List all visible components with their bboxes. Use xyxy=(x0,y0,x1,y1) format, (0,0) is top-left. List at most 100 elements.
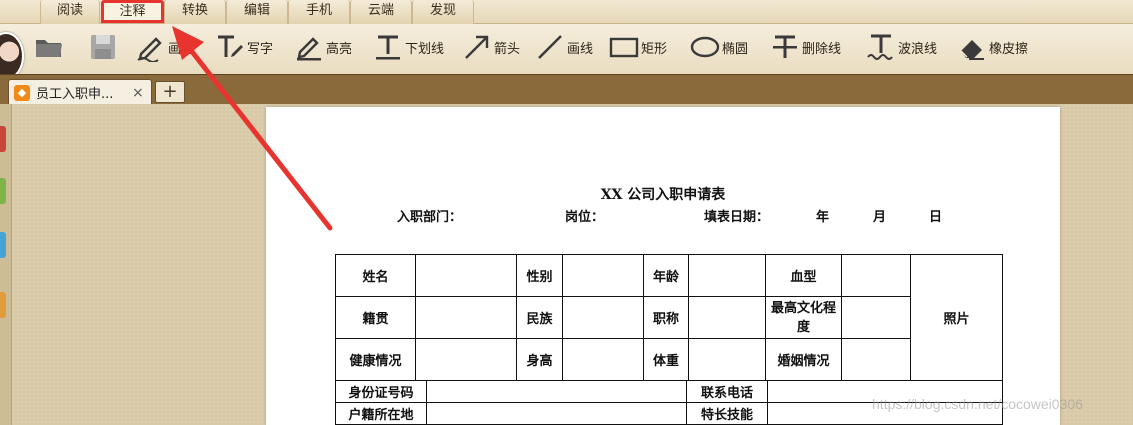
ellipse-icon xyxy=(690,36,720,58)
eraser-icon xyxy=(960,40,984,60)
rectangle-tool-button[interactable]: 矩形 xyxy=(609,32,667,62)
age-label: 年龄 xyxy=(643,254,689,297)
ellipse-tool-button[interactable]: 椭圆 xyxy=(690,32,748,62)
id-number-value[interactable] xyxy=(426,380,687,403)
tab-discover[interactable]: 发现 xyxy=(412,0,474,24)
name-label: 姓名 xyxy=(335,254,416,297)
position-label: 岗位： xyxy=(565,210,605,225)
underline-button[interactable]: 下划线 xyxy=(373,32,444,62)
department-label: 入职部门： xyxy=(397,210,463,225)
gender-value[interactable] xyxy=(562,254,644,297)
name-value[interactable] xyxy=(415,254,517,297)
blood-type-label: 血型 xyxy=(765,254,842,297)
rectangle-tool-label: 矩形 xyxy=(641,41,668,57)
line-tool-button[interactable]: 画线 xyxy=(535,32,593,62)
fill-date-label: 填表日期： xyxy=(704,210,770,225)
left-side-rail xyxy=(0,104,12,425)
highlight-button[interactable]: 高亮 xyxy=(294,32,352,62)
application-form-table: 姓名 性别 年龄 血型 照片 籍贯 民族 职称 最高文化程度 健康情况 身高 体… xyxy=(335,254,1003,381)
menu-tab-strip: 阅读 注释 转换 编辑 手机 云端 发现 xyxy=(0,0,1133,24)
document-tab[interactable]: ◆ 员工入职申... × xyxy=(8,79,152,105)
strikethrough-icon xyxy=(773,35,797,58)
highlight-icon xyxy=(297,37,321,61)
document-tab-bar: ◆ 员工入职申... × + xyxy=(0,74,1133,105)
title-label: 职称 xyxy=(643,296,689,339)
close-tab-icon[interactable]: × xyxy=(132,85,144,101)
rail-tab-orange[interactable] xyxy=(0,292,6,318)
blood-type-value[interactable] xyxy=(841,254,911,297)
underline-icon xyxy=(376,35,400,60)
skills-label: 特长技能 xyxy=(686,402,768,425)
arrow-tool-label: 箭头 xyxy=(494,41,521,57)
save-icon xyxy=(91,35,115,59)
eraser-tool-label: 橡皮擦 xyxy=(989,41,1029,57)
tab-edit[interactable]: 编辑 xyxy=(226,0,288,24)
table-row: 籍贯 民族 职称 最高文化程度 xyxy=(335,296,1003,339)
native-place-value[interactable] xyxy=(415,296,517,339)
rail-tab-green[interactable] xyxy=(0,178,6,204)
document-title: XX 公司入职申请表 xyxy=(600,187,726,203)
add-tab-button[interactable]: + xyxy=(155,81,185,103)
day-label: 日 xyxy=(929,210,943,225)
document-tab-title: 员工入职申... xyxy=(36,87,114,102)
title-value[interactable] xyxy=(688,296,766,339)
education-value[interactable] xyxy=(841,296,911,339)
pen-tool-button[interactable]: 画笔 xyxy=(136,32,194,62)
marital-status-label: 婚姻情况 xyxy=(765,338,842,381)
photo-cell: 照片 xyxy=(910,254,1003,381)
open-button[interactable] xyxy=(34,32,64,62)
weight-value[interactable] xyxy=(688,338,766,381)
highlight-label: 高亮 xyxy=(326,41,353,57)
arrow-icon xyxy=(465,35,489,59)
strikethrough-tool-button[interactable]: 删除线 xyxy=(770,32,841,62)
strikethrough-tool-label: 删除线 xyxy=(802,41,842,57)
health-value[interactable] xyxy=(415,338,517,381)
arrow-tool-button[interactable]: 箭头 xyxy=(462,32,520,62)
tab-convert[interactable]: 转换 xyxy=(164,0,226,24)
weight-label: 体重 xyxy=(643,338,689,381)
table-row: 姓名 性别 年龄 血型 照片 xyxy=(335,254,1003,381)
household-register-label: 户籍所在地 xyxy=(335,402,427,425)
table-row: 健康情况 身高 体重 婚姻情况 xyxy=(335,338,1003,381)
pen-tool-label: 画笔 xyxy=(168,41,195,57)
write-text-button[interactable]: 写字 xyxy=(215,32,273,62)
ellipse-tool-label: 椭圆 xyxy=(722,41,749,57)
underline-label: 下划线 xyxy=(405,41,445,57)
tab-annotate[interactable]: 注释 xyxy=(101,0,164,23)
line-tool-label: 画线 xyxy=(567,41,594,57)
tab-read[interactable]: 阅读 xyxy=(40,0,100,24)
household-register-value[interactable] xyxy=(426,402,687,425)
education-label: 最高文化程度 xyxy=(765,296,842,339)
eraser-tool-button[interactable]: 橡皮擦 xyxy=(957,32,1028,62)
write-text-label: 写字 xyxy=(247,41,274,57)
age-value[interactable] xyxy=(688,254,766,297)
height-value[interactable] xyxy=(562,338,644,381)
marital-status-value[interactable] xyxy=(841,338,911,381)
wavy-line-tool-label: 波浪线 xyxy=(898,41,938,57)
health-label: 健康情况 xyxy=(335,338,416,381)
id-number-label: 身份证号码 xyxy=(335,380,427,403)
annotation-toolbar: ✓ 画笔 写字 高亮 xyxy=(0,24,1133,91)
ethnicity-label: 民族 xyxy=(516,296,563,339)
line-icon xyxy=(538,35,562,59)
rail-tab-blue[interactable] xyxy=(0,232,6,258)
ethnicity-value[interactable] xyxy=(562,296,644,339)
write-text-icon xyxy=(218,35,243,57)
open-folder-icon xyxy=(36,40,62,57)
year-label: 年 xyxy=(816,210,830,225)
rail-tab-red[interactable] xyxy=(0,126,6,152)
month-label: 月 xyxy=(873,210,887,225)
wavy-line-icon xyxy=(867,34,893,60)
pdf-document-icon: ◆ xyxy=(14,84,30,101)
tab-cloud[interactable]: 云端 xyxy=(350,0,412,24)
user-avatar[interactable] xyxy=(0,32,24,80)
tab-mobile[interactable]: 手机 xyxy=(288,0,350,24)
document-page: XX 公司入职申请表 入职部门： 岗位： 填表日期： 年 月 日 姓名 性别 年… xyxy=(266,107,1060,425)
native-place-label: 籍贯 xyxy=(335,296,416,339)
save-button[interactable] xyxy=(88,32,118,62)
gender-label: 性别 xyxy=(516,254,563,297)
draw-pencil-icon xyxy=(137,37,162,62)
phone-label: 联系电话 xyxy=(686,380,768,403)
wavy-line-tool-button[interactable]: 波浪线 xyxy=(866,32,937,62)
watermark-text: https://blog.csdn.net/cocowei0306 xyxy=(872,396,1083,412)
